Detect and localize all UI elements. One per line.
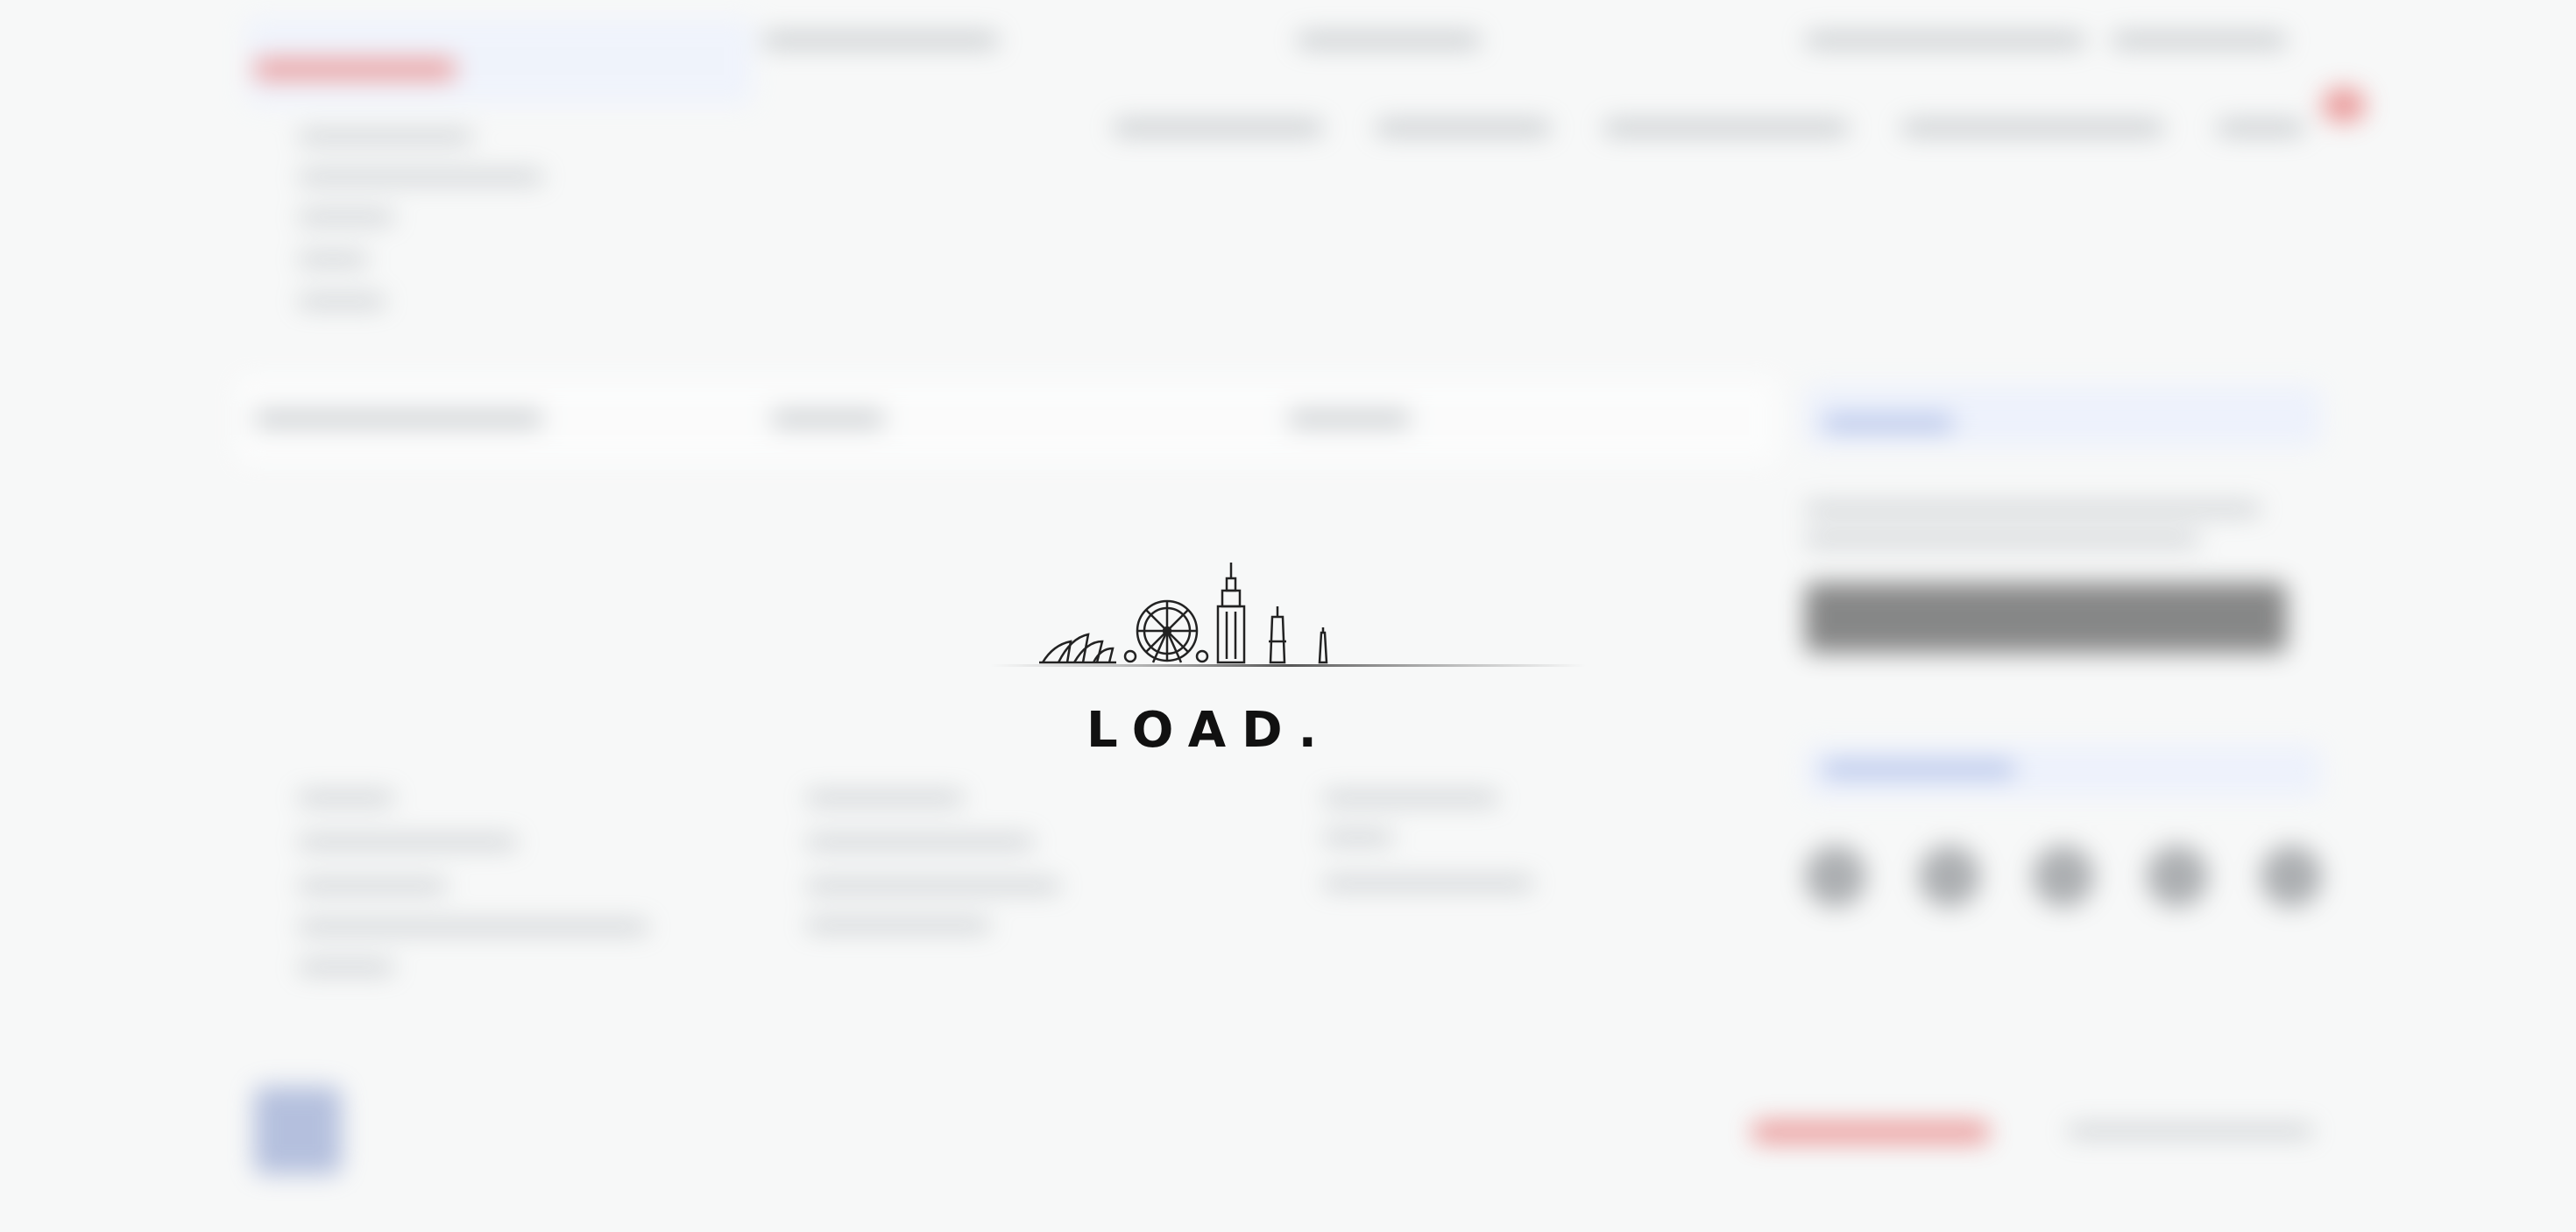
loading-overlay: LOAD. [0,0,2576,1232]
city-skyline-icon [990,561,1586,675]
loading-text: LOAD. [1086,702,1333,754]
